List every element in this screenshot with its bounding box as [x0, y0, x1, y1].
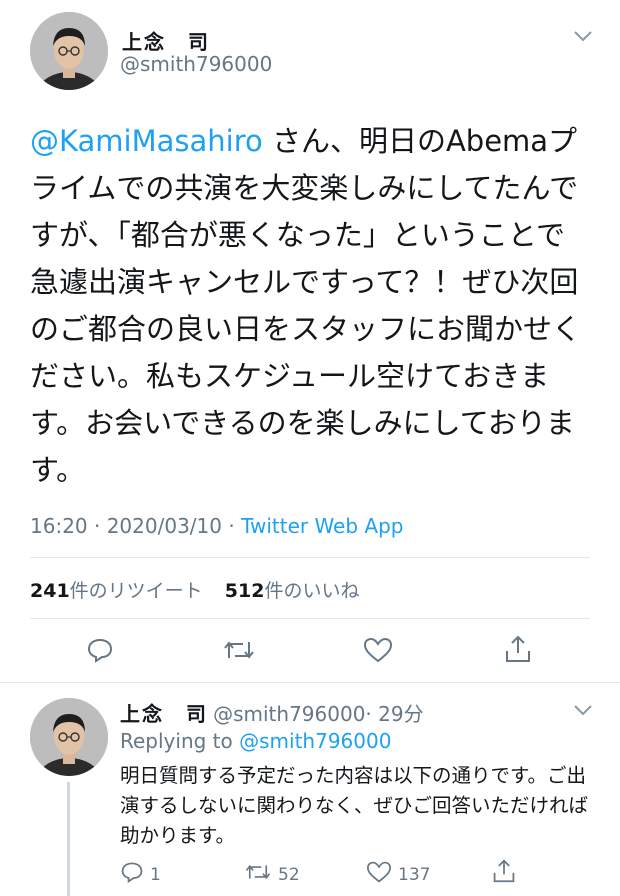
retweet-count: 241: [30, 580, 70, 602]
divider: [0, 682, 620, 683]
tweet-body: さん、明日のAbemaプライムでの共演を大変楽しみにしてたんですが、「都合が悪く…: [30, 124, 582, 487]
reply-header: 上念 司 @smith796000· 29分: [120, 698, 424, 727]
tweet-text: @KamiMasahiro さん、明日のAbemaプライムでの共演を大変楽しみに…: [30, 118, 590, 494]
tweet-meta: 16:20 · 2020/03/10 · Twitter Web App: [30, 514, 403, 538]
chevron-down-icon[interactable]: [572, 702, 594, 718]
share-icon[interactable]: [504, 634, 532, 664]
source-app-link[interactable]: Twitter Web App: [241, 514, 403, 538]
share-action[interactable]: [492, 858, 516, 889]
heart-icon[interactable]: [363, 636, 393, 664]
tweet-stats: 241件のリツイート 512件のいいね: [30, 576, 359, 603]
replying-to-link[interactable]: @smith796000: [239, 729, 391, 753]
like-count: 512: [224, 580, 265, 602]
author-name[interactable]: 上念 司: [122, 26, 210, 55]
retweet-count: 52: [278, 864, 300, 885]
like-count: 137: [398, 864, 431, 885]
retweet-action[interactable]: 52: [244, 860, 300, 889]
tweet-timestamp[interactable]: 16:20 · 2020/03/10 ·: [30, 514, 241, 538]
mention-link[interactable]: @KamiMasahiro: [30, 124, 263, 158]
like-action[interactable]: 137: [366, 860, 430, 889]
retweet-icon: [244, 860, 272, 889]
like-stat[interactable]: 512件のいいね: [225, 580, 360, 602]
reply-avatar[interactable]: [30, 698, 108, 776]
replying-to-prefix: Replying to: [120, 729, 240, 753]
reply-author-name[interactable]: 上念 司: [120, 702, 208, 726]
reply-icon[interactable]: [86, 636, 114, 664]
replying-to: Replying to @smith796000: [120, 729, 391, 753]
reply-icon: [120, 860, 144, 889]
retweet-icon[interactable]: [222, 636, 256, 664]
reply-action[interactable]: 1: [120, 860, 161, 889]
reply-count: 1: [150, 864, 161, 885]
divider: [30, 618, 590, 619]
thread-line: [67, 782, 70, 896]
retweet-count-label: 件のリツイート: [69, 580, 203, 602]
retweet-stat[interactable]: 241件のリツイート: [30, 580, 203, 602]
author-handle[interactable]: @smith796000: [120, 52, 272, 76]
reply-text: 明日質問する予定だった内容は以下の通りです。ご出演するしないに関わりなく、ぜひご…: [120, 764, 589, 847]
chevron-down-icon[interactable]: [572, 28, 594, 44]
reply-time[interactable]: · 29分: [365, 702, 423, 726]
divider: [30, 557, 590, 558]
avatar[interactable]: [30, 12, 108, 90]
heart-icon: [366, 860, 392, 889]
reply-author-handle[interactable]: @smith796000: [213, 702, 365, 726]
share-icon: [492, 858, 516, 889]
like-count-label: 件のいいね: [264, 580, 360, 602]
